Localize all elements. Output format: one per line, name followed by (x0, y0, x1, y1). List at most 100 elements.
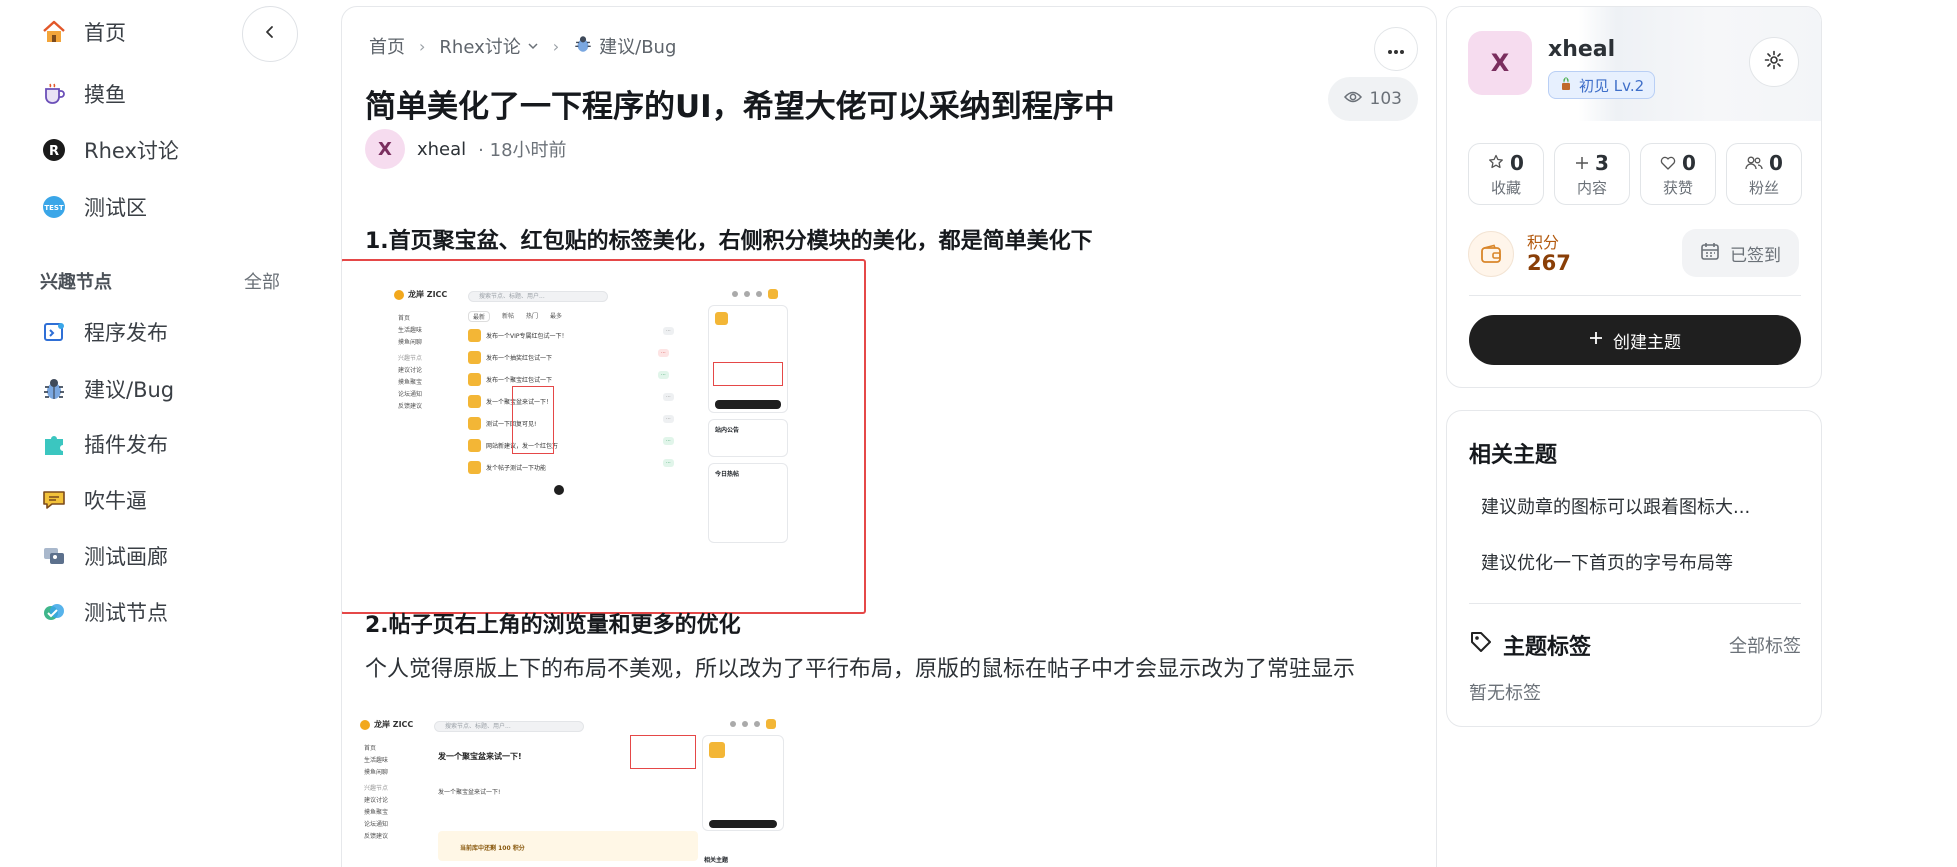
mini-feed-row: 发个帖子测试一下功能 (468, 457, 683, 477)
content-heading-1: 1.首页聚宝盆、红包贴的标签美化，右侧积分模块的美化，都是简单美化下 (365, 229, 1093, 254)
mini-side-nav: 首页 生活趣味 摸鱼闲聊 兴趣节点 建议讨论 摸鱼聚宝 论坛通知 反馈建议 (364, 743, 414, 843)
mini-nav-item: 首页 (398, 315, 411, 322)
test-badge-icon: TEST (40, 193, 68, 221)
sidebar-item-label: Rhex讨论 (84, 139, 179, 163)
sidebar-item-fish[interactable]: 摸鱼 (40, 74, 126, 114)
mini-toolbar (730, 719, 776, 729)
content-image-1[interactable]: 龙岸 ZICC 搜索节点、标题、用户... 最新 新帖 热门 最多 首页 生活趣… (342, 259, 866, 614)
stat-content[interactable]: 3 内容 (1554, 143, 1630, 205)
stat-favorites[interactable]: 0 收藏 (1468, 143, 1544, 205)
mini-notice-title: 站内公告 (715, 427, 740, 434)
chat-bubble-icon (40, 486, 68, 514)
breadcrumb-home[interactable]: 首页 (369, 33, 405, 59)
mini-search: 搜索节点、标题、用户... (468, 291, 608, 302)
related-topic-link[interactable]: 建议勋章的图标可以跟着图标大... (1481, 493, 1750, 519)
tags-title: 主题标签 (1503, 635, 1592, 660)
mini-nav-item: 摸鱼聚宝 (364, 809, 389, 816)
mini-related-title: 相关主题 (704, 857, 729, 864)
sidebar-node-chat[interactable]: 吹牛逼 (40, 480, 147, 520)
svg-text:R: R (49, 144, 59, 159)
sidebar-item-label: 测试节点 (84, 601, 168, 625)
mini-side-nav: 首页 生活趣味 摸鱼闲聊 兴趣节点 建议讨论 摸鱼聚宝 论坛通知 反馈建议 (398, 313, 438, 413)
content-image-2[interactable]: 龙岸 ZICC 搜索节点、标题、用户... 首页 生活趣味 摸鱼闲聊 兴趣节点 … (360, 713, 830, 867)
view-all-nodes-link[interactable]: 全部 (244, 268, 280, 294)
breadcrumb-node[interactable]: 建议/Bug (573, 33, 676, 59)
avatar[interactable]: X (1468, 31, 1532, 95)
tags-header: 主题标签 全部标签 (1469, 629, 1801, 661)
sidebar-item-test[interactable]: TEST 测试区 (40, 187, 147, 227)
mini-nav-item: 论坛通知 (398, 391, 423, 398)
mini-banner-text: 当前库中还剩 100 积分 (460, 845, 525, 852)
views-count: 103 (1327, 77, 1418, 121)
stat-followers[interactable]: 0 粉丝 (1726, 143, 1802, 205)
users-icon (1745, 151, 1763, 175)
author-name[interactable]: xheal (417, 139, 466, 160)
profile-name[interactable]: xheal (1548, 37, 1615, 62)
breadcrumb-separator-icon: › (419, 36, 426, 56)
sidebar-node-test[interactable]: 测试节点 (40, 592, 168, 632)
post-time: · 18小时前 (478, 140, 567, 161)
profile-card: X xheal 初见 Lv.2 0 收藏 3 内容 0 获赞 0 粉丝 积分 2… (1446, 6, 1822, 388)
collapse-sidebar-button[interactable] (242, 6, 298, 62)
stat-label: 内容 (1576, 178, 1607, 197)
stat-value: 0 (1769, 150, 1783, 175)
more-options-button[interactable] (1374, 27, 1418, 71)
mini-nav-item: 兴趣节点 (398, 355, 423, 362)
mini-logo: 龙岸 ZICC (360, 719, 413, 730)
stat-likes[interactable]: 0 获赞 (1640, 143, 1716, 205)
breadcrumb-separator-icon: › (552, 36, 560, 56)
sidebar-item-label: 测试区 (84, 196, 147, 220)
sidebar-item-label: 吹牛逼 (84, 489, 147, 513)
mini-profile-card (702, 735, 784, 831)
mini-feed-row: 测试一下回复可见! (468, 413, 683, 433)
mini-feed-title: 发布一个聚宝红包试一下 (486, 376, 553, 384)
breadcrumb-node-label: 建议/Bug (599, 37, 677, 58)
sidebar-item-label: 测试画廊 (84, 545, 168, 569)
stat-label: 收藏 (1490, 178, 1521, 197)
house-icon (40, 18, 68, 46)
mini-tab: 最多 (550, 313, 563, 320)
sidebar-item-home[interactable]: 首页 (40, 12, 126, 52)
sidebar-node-gallery[interactable]: 测试画廊 (40, 536, 168, 576)
content-paragraph: 个人觉得原版上下的布局不美观，所以改为了平行布局，原版的鼠标在帖子中才会显示改为… (365, 657, 1356, 682)
mini-nav-item: 摸鱼闲聊 (364, 769, 389, 776)
mini-tab: 最新 (468, 311, 491, 322)
breadcrumb: 首页 › Rhex讨论 › 建议/Bug (369, 33, 676, 59)
bug-icon (40, 375, 68, 403)
sidebar-node-plugin[interactable]: 插件发布 (40, 424, 168, 464)
mini-nav-item: 反馈建议 (364, 833, 389, 840)
create-topic-button[interactable]: 创建主题 (1469, 315, 1801, 365)
avatar[interactable]: X (365, 129, 405, 169)
sidebar: 首页 摸鱼 R Rhex讨论 TEST 测试区 兴趣节点 全部 程序发布 建议/… (0, 0, 300, 867)
sidebar-item-label: 程序发布 (84, 321, 168, 345)
sidebar-item-rhex[interactable]: R Rhex讨论 (40, 130, 179, 170)
points-label: 积分 (1527, 233, 1560, 252)
mini-feed-title: 发布一个抽奖红包试一下 (486, 354, 553, 362)
wallet-icon (1468, 231, 1514, 277)
mini-feed-row: 网站新建议，发一个红包万 (468, 435, 683, 455)
all-tags-link[interactable]: 全部标签 (1729, 632, 1801, 658)
program-icon (40, 318, 68, 346)
related-topic-link[interactable]: 建议优化一下首页的字号布局等 (1481, 549, 1733, 575)
more-dots-icon (1387, 40, 1405, 59)
author-row: X xheal · 18小时前 (365, 129, 567, 169)
plus-icon (1589, 330, 1603, 350)
mini-nav-item: 摸鱼聚宝 (398, 379, 423, 386)
settings-button[interactable] (1749, 37, 1799, 87)
sidebar-node-bug[interactable]: 建议/Bug (40, 369, 174, 409)
breadcrumb-category[interactable]: Rhex讨论 (439, 33, 538, 59)
stat-label: 粉丝 (1748, 178, 1779, 197)
points-value: 267 (1527, 251, 1571, 275)
svg-text:TEST: TEST (44, 204, 64, 212)
tags-empty-state: 暂无标签 (1469, 683, 1541, 704)
sidebar-node-program[interactable]: 程序发布 (40, 312, 168, 352)
mini-nav-item: 论坛通知 (364, 821, 389, 828)
mini-nav-item: 摸鱼闲聊 (398, 339, 423, 346)
section-title: 兴趣节点 (40, 272, 112, 293)
sidebar-item-label: 首页 (84, 21, 126, 45)
highlight-box (630, 735, 696, 769)
eye-icon (1343, 89, 1362, 109)
checkin-button[interactable]: 已签到 (1682, 229, 1799, 277)
mini-tab: 新帖 (502, 313, 515, 320)
mini-profile-card (708, 305, 788, 413)
